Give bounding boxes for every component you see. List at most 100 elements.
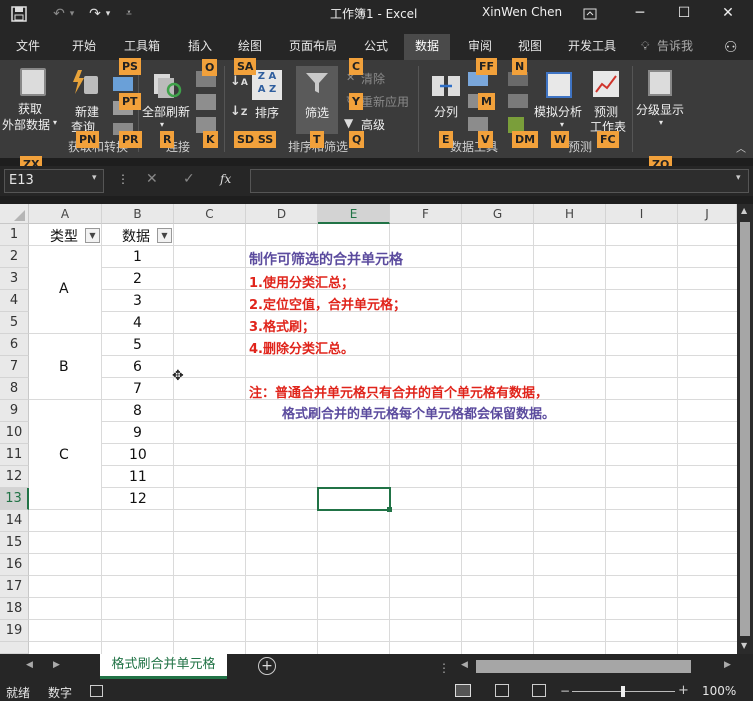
macro-record-icon[interactable] (90, 685, 103, 697)
column-header-e[interactable]: E (318, 204, 390, 224)
tab-insert[interactable]: 插入 (176, 34, 224, 60)
tab-file[interactable]: 文件 (4, 34, 52, 60)
page-layout-view-icon[interactable] (495, 684, 509, 697)
data-cell[interactable]: 7 (133, 381, 142, 397)
cancel-icon[interactable]: ✕ (146, 171, 158, 187)
minimize-button[interactable]: ─ (624, 0, 656, 28)
tab-data[interactable]: 数据 (404, 34, 450, 60)
filter-dropdown-button[interactable]: ▼ (157, 228, 172, 243)
redo-dropdown-icon[interactable]: ▾ (102, 4, 114, 24)
tab-draw[interactable]: 绘图 (228, 34, 272, 60)
normal-view-icon[interactable] (455, 684, 471, 697)
sort-ascending-icon[interactable]: ↓A (230, 74, 248, 89)
zoom-in-button[interactable]: + (678, 683, 689, 698)
row-header[interactable]: 12 (0, 466, 29, 488)
row-header[interactable]: 4 (0, 290, 29, 312)
vertical-scroll-thumb[interactable] (740, 222, 750, 636)
advanced-filter-label[interactable]: 高级 (361, 116, 385, 133)
save-icon[interactable] (8, 4, 30, 24)
expand-formula-bar-icon[interactable]: ▾ (736, 173, 741, 183)
row-header[interactable]: 18 (0, 598, 29, 620)
next-sheet-icon[interactable]: ▶ (53, 660, 60, 670)
relationships-icon[interactable] (508, 94, 528, 108)
insert-function-icon[interactable]: fx (220, 172, 231, 186)
data-cell[interactable]: 10 (129, 447, 147, 463)
clear-filter-label[interactable]: 清除 (361, 70, 385, 87)
name-box[interactable]: E13 (4, 169, 104, 193)
show-queries-icon[interactable] (113, 77, 133, 91)
row-header[interactable]: 15 (0, 532, 29, 554)
row-header[interactable]: 5 (0, 312, 29, 334)
row-header[interactable]: 16 (0, 554, 29, 576)
column-header-h[interactable]: H (534, 204, 606, 224)
collapse-ribbon-icon[interactable]: ︿ (736, 140, 746, 155)
data-cell[interactable]: 4 (133, 315, 142, 331)
zoom-out-button[interactable]: − (560, 684, 570, 698)
undo-dropdown-icon[interactable]: ▾ (66, 4, 78, 24)
header-cell-data[interactable]: 数据 (122, 226, 150, 246)
filter-label[interactable]: 筛选 (305, 104, 329, 121)
scroll-left-icon[interactable]: ◀ (461, 660, 468, 670)
header-cell-type[interactable]: 类型 (50, 226, 78, 246)
data-cell[interactable]: 5 (133, 337, 142, 353)
what-if-analysis-label[interactable]: 模拟分析 (534, 103, 582, 120)
share-icon[interactable]: ⚇ (724, 38, 737, 56)
column-header-g[interactable]: G (462, 204, 534, 224)
column-header-a[interactable]: A (29, 204, 102, 224)
merged-cell[interactable]: B (59, 359, 69, 375)
worksheet-grid[interactable] (0, 204, 737, 654)
customize-toolbar-icon[interactable]: ⩡ (118, 4, 140, 24)
get-external-data-label-1[interactable]: 获取 (18, 100, 42, 117)
column-header-d[interactable]: D (246, 204, 318, 224)
row-header[interactable]: 1 (0, 224, 29, 246)
row-header[interactable]: 2 (0, 246, 29, 268)
row-header[interactable]: 11 (0, 444, 29, 466)
row-header[interactable]: 14 (0, 510, 29, 532)
user-name[interactable]: XinWen Chen (482, 5, 562, 19)
select-all-corner[interactable] (0, 204, 29, 224)
column-header-b[interactable]: B (102, 204, 174, 224)
tab-split-handle[interactable]: ⋮ (438, 661, 450, 675)
scroll-right-icon[interactable]: ▶ (724, 660, 731, 670)
row-header[interactable]: 6 (0, 334, 29, 356)
column-header-c[interactable]: C (174, 204, 246, 224)
data-cell[interactable]: 9 (133, 425, 142, 441)
data-cell[interactable]: 8 (133, 403, 142, 419)
sheet-tab[interactable]: 格式刷合并单元格 (100, 654, 227, 679)
column-header-j[interactable]: J (678, 204, 737, 224)
zoom-slider-thumb[interactable] (621, 686, 625, 697)
data-cell[interactable]: 6 (133, 359, 142, 375)
add-sheet-button[interactable]: + (258, 657, 276, 675)
data-cell[interactable]: 12 (129, 491, 147, 507)
tab-home[interactable]: 开始 (60, 34, 108, 60)
outline-label[interactable]: 分级显示 (636, 101, 684, 118)
row-header[interactable]: 10 (0, 422, 29, 444)
merged-cell[interactable]: C (59, 447, 69, 463)
text-to-columns-label[interactable]: 分列 (434, 103, 458, 120)
scroll-down-icon[interactable]: ▼ (741, 641, 747, 650)
more-icon[interactable]: ⋮ (117, 172, 129, 186)
selected-cell[interactable] (317, 487, 391, 511)
row-header[interactable]: 7 (0, 356, 29, 378)
properties-icon[interactable] (196, 94, 216, 110)
sort-descending-icon[interactable]: ↓Z (230, 104, 247, 119)
name-box-dropdown-icon[interactable]: ▾ (92, 173, 97, 183)
row-header[interactable]: 3 (0, 268, 29, 290)
formula-input[interactable] (250, 169, 749, 193)
close-button[interactable]: ✕ (712, 0, 744, 28)
tab-page-layout[interactable]: 页面布局 (282, 34, 344, 60)
tab-developer[interactable]: 开发工具 (560, 34, 624, 60)
data-cell[interactable]: 3 (133, 293, 142, 309)
row-header[interactable]: 13 (0, 488, 29, 510)
sort-label[interactable]: 排序 (255, 104, 279, 121)
tell-me-search[interactable]: 告诉我 (652, 34, 698, 60)
column-header-i[interactable]: I (606, 204, 678, 224)
previous-sheet-icon[interactable]: ◀ (26, 660, 33, 670)
merged-cell[interactable]: A (59, 281, 69, 297)
tab-view[interactable]: 视图 (508, 34, 552, 60)
zoom-level[interactable]: 100% (702, 684, 736, 698)
scroll-up-icon[interactable]: ▲ (741, 206, 747, 215)
row-header[interactable] (0, 642, 29, 654)
row-header[interactable]: 8 (0, 378, 29, 400)
enter-icon[interactable]: ✓ (183, 171, 195, 187)
